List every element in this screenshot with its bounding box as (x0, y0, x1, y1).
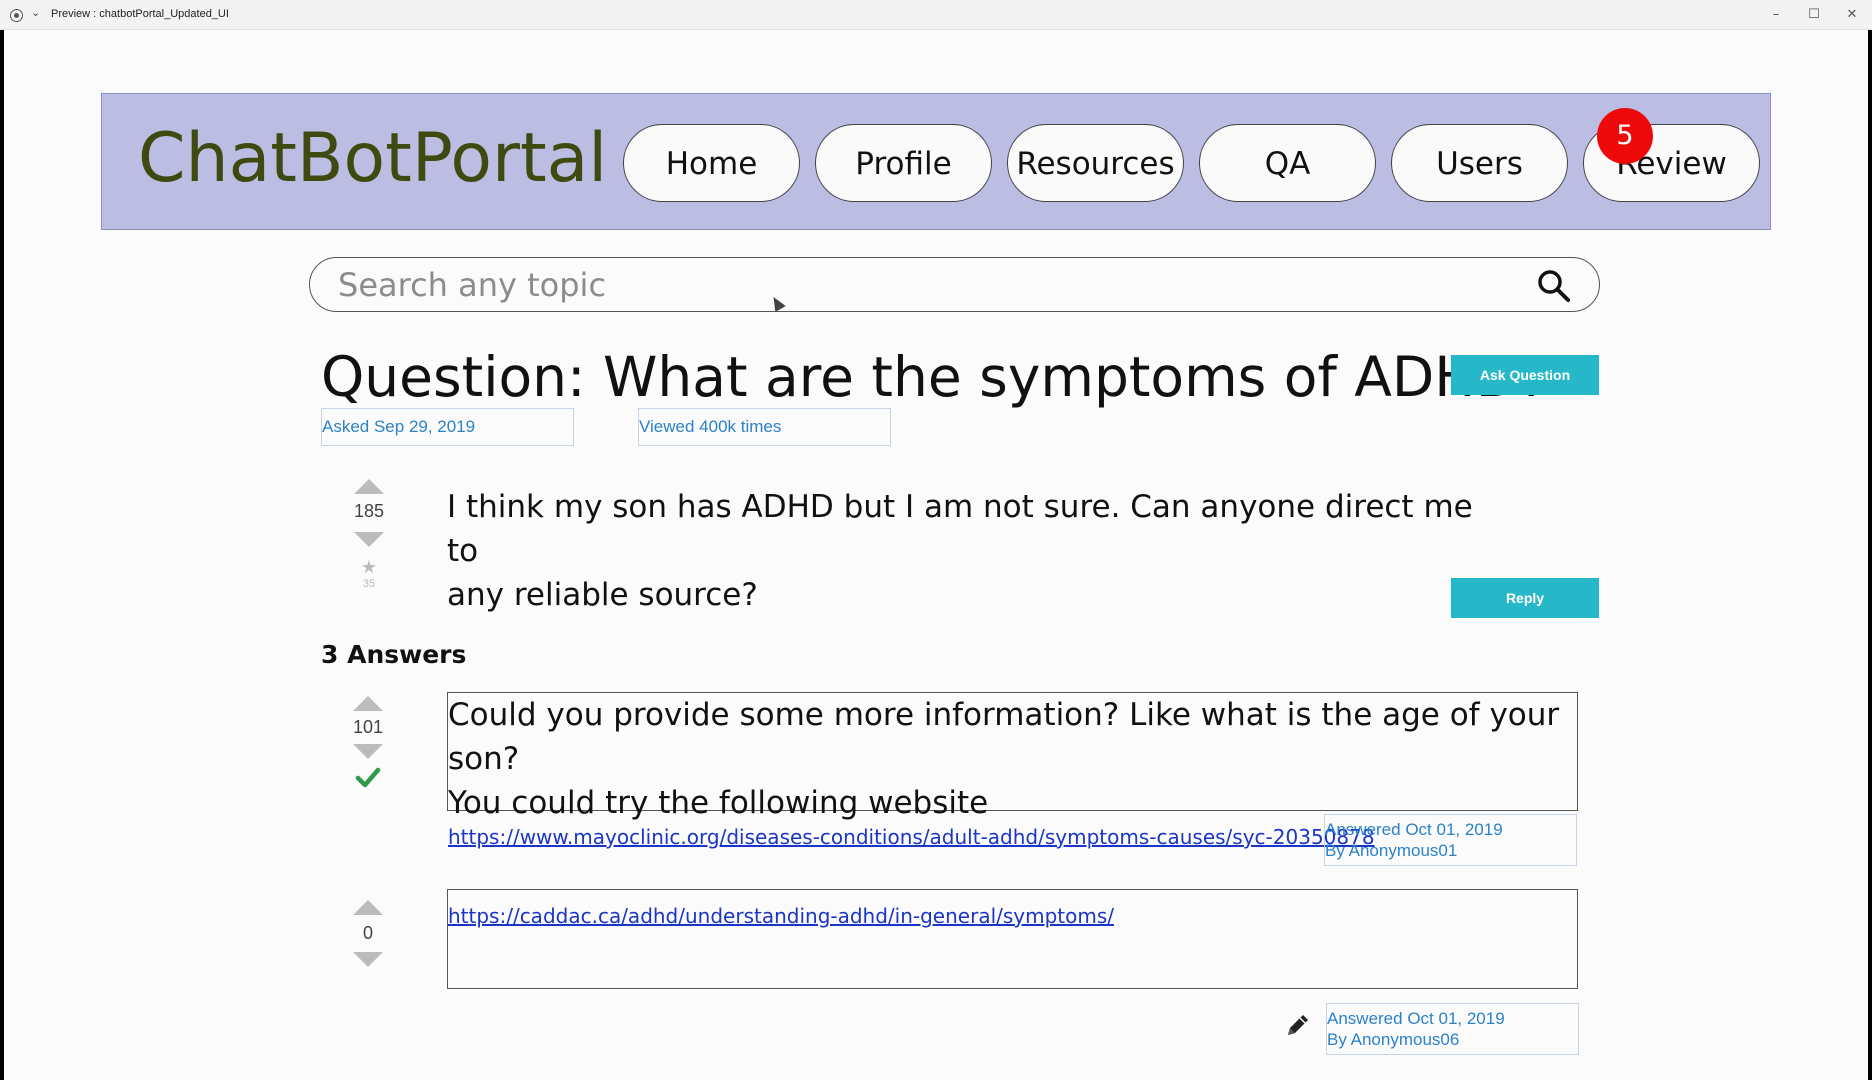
question-view-count: Viewed 400k times (638, 408, 891, 446)
answer-vote-count: 101 (352, 717, 384, 737)
question-body-line: I think my son has ADHD but I am not sur… (447, 489, 1473, 569)
answer-vote-column: 0 (338, 900, 398, 967)
answer-meta: Answered Oct 01, 2019 By Anonymous01 (1324, 814, 1577, 866)
review-notification-badge: 5 (1597, 108, 1653, 164)
answer-vote-column: 101 (338, 696, 398, 793)
window-titlebar: ⌄ Preview : chatbotPortal_Updated_UI – ☐… (0, 0, 1872, 30)
accepted-check-icon (355, 767, 381, 788)
downvote-arrow-icon[interactable] (353, 952, 383, 967)
answered-by: By Anonymous06 (1327, 1030, 1460, 1049)
upvote-arrow-icon[interactable] (353, 696, 383, 711)
edit-pencil-icon[interactable] (1285, 1012, 1311, 1038)
ask-question-button[interactable]: Ask Question (1451, 355, 1599, 395)
question-title: Question: What are the symptoms of ADHD? (321, 345, 1548, 409)
upvote-arrow-icon[interactable] (353, 900, 383, 915)
maximize-button[interactable]: ☐ (1799, 4, 1829, 26)
close-button[interactable]: ✕ (1837, 4, 1867, 26)
answer-card: https://caddac.ca/adhd/understanding-adh… (447, 889, 1578, 989)
answer-link[interactable]: https://caddac.ca/adhd/understanding-adh… (448, 904, 1577, 928)
question-body-line: any reliable source? (447, 577, 758, 613)
window-title: Preview : chatbotPortal_Updated_UI (51, 8, 229, 20)
nav-home-button[interactable]: Home (623, 124, 800, 202)
nav-resources-button[interactable]: Resources (1007, 124, 1184, 202)
answer-meta: Answered Oct 01, 2019 By Anonymous06 (1326, 1003, 1579, 1055)
question-asked-date: Asked Sep 29, 2019 (321, 408, 574, 446)
app-icon (10, 9, 23, 22)
downvote-arrow-icon[interactable] (354, 532, 384, 547)
question-vote-count: 185 (353, 501, 385, 521)
answered-date: Answered Oct 01, 2019 (1327, 1009, 1505, 1028)
nav-users-button[interactable]: Users (1391, 124, 1568, 202)
search-icon[interactable] (1537, 269, 1571, 303)
chevron-down-icon[interactable]: ⌄ (31, 6, 40, 19)
top-navbar: ChatBotPortal Home Profile Resources QA … (101, 93, 1771, 230)
search-input[interactable] (338, 264, 1518, 306)
window-frame-left (0, 30, 4, 1080)
brand-logo[interactable]: ChatBotPortal (138, 119, 607, 198)
answer-text-line: Could you provide some more information?… (448, 697, 1560, 777)
upvote-arrow-icon[interactable] (354, 479, 384, 494)
answers-heading: 3 Answers (321, 640, 467, 669)
favorite-count: 35 (362, 578, 376, 590)
question-vote-column: 185 ★ 35 (339, 479, 399, 590)
window-frame-right (1868, 30, 1872, 1080)
answer-vote-count: 0 (362, 923, 373, 943)
reply-button[interactable]: Reply (1451, 578, 1599, 618)
search-bar (309, 257, 1600, 312)
question-body: I think my son has ADHD but I am not sur… (447, 485, 1477, 617)
favorite-star-icon[interactable]: ★ (339, 557, 399, 578)
minimize-button[interactable]: – (1761, 4, 1791, 26)
answered-by: By Anonymous01 (1325, 841, 1458, 860)
nav-profile-button[interactable]: Profile (815, 124, 992, 202)
answered-date: Answered Oct 01, 2019 (1325, 820, 1503, 839)
nav-qa-button[interactable]: QA (1199, 124, 1376, 202)
downvote-arrow-icon[interactable] (353, 744, 383, 759)
answer-card: Could you provide some more information?… (447, 692, 1578, 849)
